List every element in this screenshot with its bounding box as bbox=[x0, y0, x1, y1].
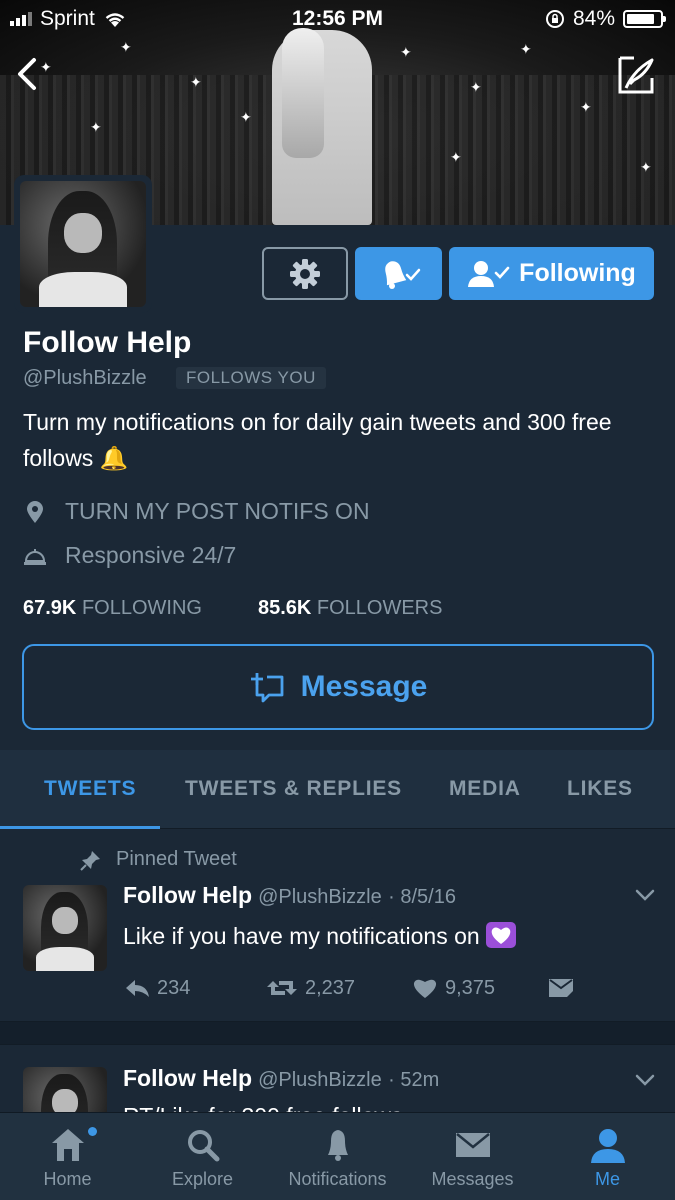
chevron-left-icon bbox=[18, 58, 36, 90]
battery-icon bbox=[623, 10, 666, 28]
message-plus-icon bbox=[250, 673, 284, 703]
battery-percent: 84% bbox=[572, 7, 615, 30]
chevron-down-icon bbox=[635, 889, 655, 901]
profile-person-icon bbox=[590, 1129, 625, 1163]
tweet-author-handle: @PlushBizzle bbox=[258, 886, 382, 908]
tweet-divider bbox=[0, 1022, 675, 1044]
compose-tweet-button[interactable] bbox=[612, 52, 658, 98]
active-tab-indicator bbox=[0, 826, 160, 829]
location-text: TURN MY POST NOTIFS ON bbox=[65, 498, 370, 524]
bell-check-icon bbox=[384, 260, 420, 289]
bell-icon bbox=[327, 1130, 348, 1161]
profile-tabs: TWEETS TWEETS & REPLIES MEDIA LIKES bbox=[0, 750, 675, 829]
tweet-menu-button[interactable] bbox=[634, 1073, 656, 1092]
profile-avatar[interactable] bbox=[14, 175, 152, 313]
new-content-dot bbox=[88, 1127, 97, 1136]
home-icon bbox=[51, 1129, 84, 1161]
rotation-lock-icon bbox=[545, 10, 564, 28]
service-row: Responsive 24/7 bbox=[23, 542, 236, 569]
gear-icon bbox=[290, 258, 320, 289]
location-pin-icon bbox=[27, 500, 43, 523]
envelope-icon bbox=[549, 979, 573, 997]
tab-media[interactable]: MEDIA bbox=[449, 777, 521, 801]
message-button[interactable]: Message bbox=[22, 644, 654, 730]
profile-bio: Turn my notifications on for daily gain … bbox=[23, 409, 612, 471]
following-count[interactable]: 67.9K FOLLOWING bbox=[23, 597, 202, 620]
tweet-card[interactable]: Pinned Tweet Follow Help @PlushBizzle · 8… bbox=[0, 830, 675, 1022]
settings-button[interactable] bbox=[262, 247, 348, 300]
tweet-text: Like if you have my notifications on bbox=[123, 922, 517, 950]
tweet-card[interactable]: Follow Help@PlushBizzle · 52m RT/Like fo… bbox=[0, 1044, 675, 1114]
following-label: Following bbox=[519, 259, 636, 287]
avatar-image bbox=[20, 181, 146, 307]
service-bell-icon bbox=[24, 548, 46, 565]
service-text: Responsive 24/7 bbox=[65, 542, 237, 568]
tweet-author: Follow Help @PlushBizzle · 52m bbox=[123, 1065, 439, 1092]
like-button[interactable]: 9,375 bbox=[411, 976, 547, 1000]
envelope-icon bbox=[455, 1133, 490, 1157]
tweet-author: Follow Help @PlushBizzle · 8/5/16 bbox=[123, 882, 456, 909]
message-label: Message bbox=[300, 670, 428, 703]
tab-likes[interactable]: LIKES bbox=[567, 777, 633, 801]
tweet-menu-button[interactable] bbox=[634, 888, 656, 907]
bottom-tab-bar: Home Explore Notifications Messages Me bbox=[0, 1112, 675, 1200]
retweet-icon bbox=[267, 981, 297, 995]
nav-messages[interactable]: Messages bbox=[405, 1113, 540, 1200]
notifications-bell-button[interactable] bbox=[355, 247, 442, 300]
tweet-author-handle: @PlushBizzle bbox=[258, 1069, 382, 1091]
nav-explore[interactable]: Explore bbox=[135, 1113, 270, 1200]
chevron-down-icon bbox=[635, 1074, 655, 1086]
search-icon bbox=[187, 1130, 219, 1162]
purple-heart-emoji bbox=[486, 922, 517, 948]
nav-home[interactable]: Home bbox=[0, 1113, 135, 1200]
pin-icon bbox=[80, 850, 100, 871]
pinned-label: Pinned Tweet bbox=[80, 848, 237, 871]
follows-you-badge: FOLLOWS YOU bbox=[176, 367, 326, 389]
reply-button[interactable]: 234 bbox=[123, 977, 265, 1000]
tab-tweets-and-replies[interactable]: TWEETS & REPLIES bbox=[185, 777, 402, 801]
nav-me[interactable]: Me bbox=[540, 1113, 675, 1200]
tweet-avatar[interactable] bbox=[23, 885, 107, 971]
profile-handle: @PlushBizzle bbox=[23, 367, 147, 389]
tweet-date: · 8/5/16 bbox=[388, 886, 456, 908]
tweet-date: · 52m bbox=[388, 1069, 440, 1091]
user-check-icon bbox=[468, 260, 510, 287]
followers-count[interactable]: 85.6K FOLLOWERS bbox=[258, 597, 443, 620]
tweet-avatar[interactable] bbox=[23, 1067, 107, 1114]
follow-counts: 67.9K FOLLOWING 85.6K FOLLOWERS bbox=[23, 597, 442, 620]
retweet-button[interactable]: 2,237 bbox=[265, 977, 411, 1000]
location-row: TURN MY POST NOTIFS ON bbox=[23, 498, 370, 525]
compose-quill-icon bbox=[618, 56, 654, 94]
tweet-author-name[interactable]: Follow Help bbox=[123, 1065, 252, 1091]
tweet-author-name[interactable]: Follow Help bbox=[123, 882, 252, 908]
reply-icon bbox=[126, 980, 149, 997]
heart-icon bbox=[413, 979, 437, 998]
following-button[interactable]: Following bbox=[449, 247, 654, 300]
back-button[interactable] bbox=[10, 52, 50, 96]
tweet-actions: 234 2,237 9,375 bbox=[123, 976, 575, 1000]
direct-message-button[interactable] bbox=[547, 976, 575, 1000]
tab-tweets[interactable]: TWEETS bbox=[44, 777, 136, 801]
status-bar: Sprint 12:56 PM 84% bbox=[0, 0, 675, 40]
display-name: Follow Help bbox=[23, 326, 192, 359]
nav-notifications[interactable]: Notifications bbox=[270, 1113, 405, 1200]
